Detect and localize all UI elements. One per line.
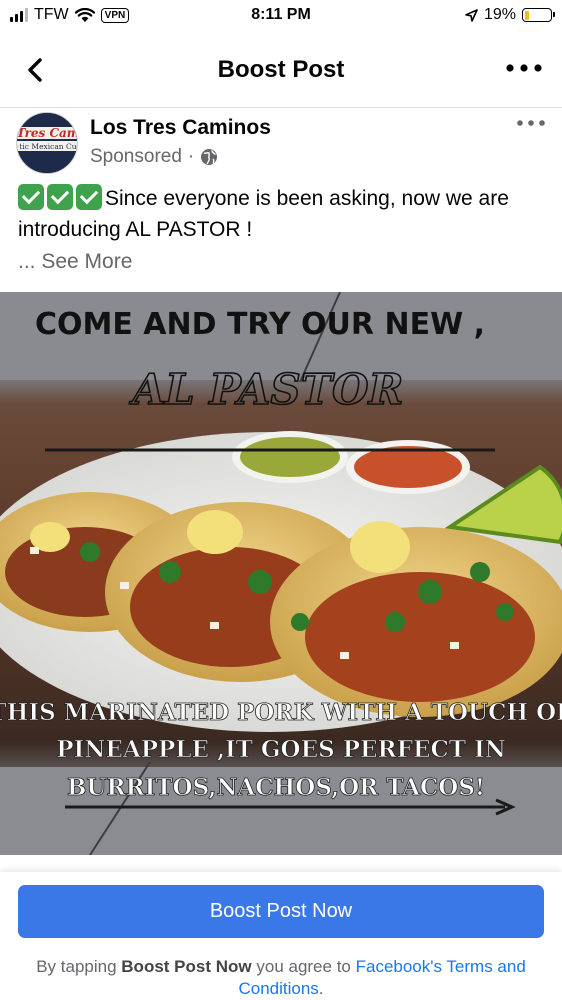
sponsored-label: Sponsored: [90, 146, 182, 167]
more-horizontal-icon[interactable]: [504, 58, 544, 78]
check-mark-icon: [47, 184, 73, 210]
ad-caption-line1: THIS MARINATED PORK WITH A TOUCH OF: [0, 699, 562, 726]
ad-title: AL PASTOR: [129, 365, 404, 414]
globe-icon: [201, 149, 218, 165]
ad-caption-line2: PINEAPPLE ,IT GOES PERFECT IN: [56, 736, 505, 763]
battery-percent: 19%: [483, 6, 516, 23]
post-options-icon[interactable]: [516, 118, 546, 128]
location-arrow-icon: [465, 8, 478, 22]
status-bar: TFW VPN 8:11 PM 19%: [0, 0, 562, 34]
status-right: 19%: [465, 6, 555, 24]
terms-suffix: .: [318, 979, 324, 998]
bottom-panel: Boost Post Now By tapping Boost Post Now…: [0, 872, 562, 1000]
terms-notice: By tapping Boost Post Now you agree to F…: [18, 956, 544, 1000]
see-more-label: See More: [41, 250, 133, 273]
svg-text:Tres Cam: Tres Cam: [17, 126, 78, 140]
svg-text:tic Mexican Cu: tic Mexican Cu: [19, 142, 76, 151]
check-mark-icon: [18, 184, 44, 210]
battery-icon: [522, 8, 555, 22]
ad-image[interactable]: COME AND TRY OUR NEW , AL PASTOR THIS MA…: [0, 292, 562, 855]
ad-caption-line3: BURRITOS,NACHOS,OR TACOS!: [67, 774, 485, 801]
terms-middle: you agree to: [256, 957, 351, 976]
post-meta: Sponsored ·: [90, 146, 218, 168]
post-text: Since everyone is been asking, now we ar…: [18, 183, 548, 245]
see-more-ellipsis: ...: [18, 250, 36, 273]
nav-header: Boost Post: [0, 34, 562, 108]
ad-headline: COME AND TRY OUR NEW ,: [35, 307, 485, 342]
page-name[interactable]: Los Tres Caminos: [90, 116, 271, 140]
tacos-photo: COME AND TRY OUR NEW , AL PASTOR THIS MA…: [0, 292, 562, 855]
meta-dot: ·: [187, 146, 195, 167]
check-mark-icon: [76, 184, 102, 210]
boost-post-now-button[interactable]: Boost Post Now: [18, 885, 544, 938]
see-more-link[interactable]: ... See More: [18, 246, 132, 277]
page-avatar[interactable]: Tres Cam tic Mexican Cu: [16, 112, 78, 174]
terms-prefix: By tapping: [36, 957, 117, 976]
terms-button-ref: Boost Post Now: [121, 957, 252, 976]
restaurant-logo: Tres Cam tic Mexican Cu: [17, 113, 78, 173]
post-header: Tres Cam tic Mexican Cu Los Tres Caminos…: [0, 108, 562, 180]
page-title: Boost Post: [217, 56, 345, 83]
